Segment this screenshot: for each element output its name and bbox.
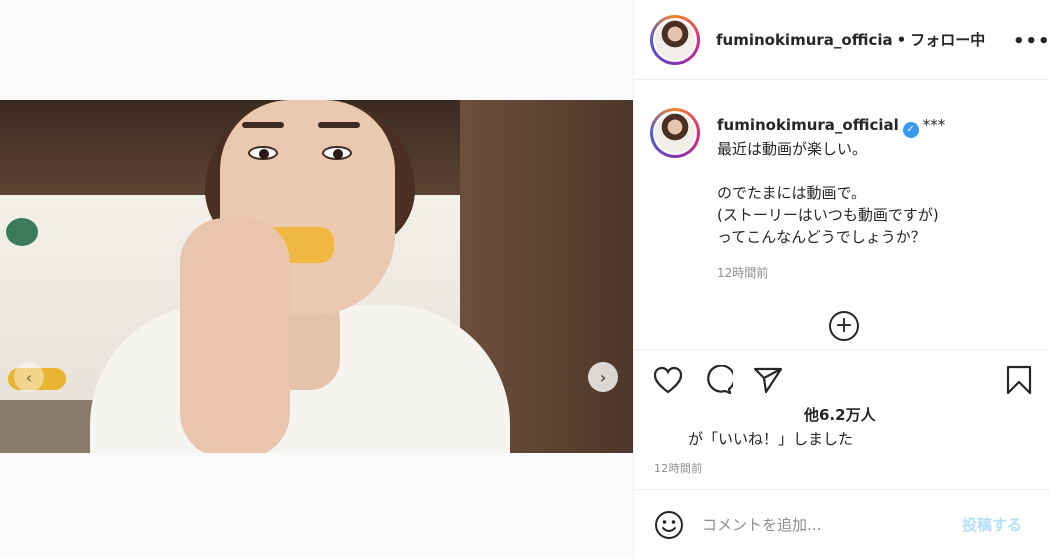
avatar[interactable] (650, 15, 700, 65)
header-separator: • (896, 31, 907, 49)
likes-text: が「いいね！」しました (688, 430, 854, 448)
comment-input[interactable] (702, 512, 952, 538)
header-user-line: fuminokimura_officia • フォロー中 (716, 29, 985, 50)
caption-stars: *** (922, 116, 946, 134)
bookmark-icon (1006, 365, 1032, 395)
plus-circle-icon: + (834, 313, 854, 338)
caption-line (717, 160, 1037, 182)
video-person-eye (322, 146, 352, 160)
chevron-right-icon: › (599, 367, 607, 387)
video-person-hand (180, 218, 290, 453)
load-more-comments-button[interactable]: + (829, 311, 859, 341)
post-header: fuminokimura_officia • フォロー中 ••• (634, 0, 1049, 80)
heart-icon (653, 366, 683, 394)
caption-body: fuminokimura_official ✓ *** 最近は動画が楽しい。 のでた… (717, 114, 1037, 248)
video-person-brow (242, 122, 284, 128)
follow-status-button[interactable]: フォロー中 (910, 31, 985, 49)
smiley-icon[interactable] (654, 510, 684, 540)
likes-count[interactable]: 他6.2万人 (804, 404, 876, 425)
video-person-eye (248, 146, 278, 160)
comment-icon (707, 365, 733, 395)
avatar-image (655, 113, 695, 153)
post-comment-button[interactable]: 投稿する (962, 514, 1022, 535)
avatar-image (655, 20, 695, 60)
verified-badge-icon: ✓ (902, 122, 919, 138)
caption-username[interactable]: fuminokimura_official (717, 116, 899, 134)
more-horizontal-icon[interactable]: ••• (1013, 31, 1049, 52)
prev-slide-button[interactable]: ‹ (14, 362, 44, 392)
caption-line: (ストーリーはいつも動画ですが) (717, 206, 939, 224)
header-username[interactable]: fuminokimura_officia (716, 31, 893, 49)
share-button[interactable] (752, 364, 784, 396)
post-timestamp[interactable]: 12時間前 (654, 460, 703, 476)
instagram-post-modal: ‹ › fuminokimura_officia • フォロー中 ••• fum… (0, 0, 1049, 559)
like-button[interactable] (652, 364, 684, 396)
caption-line: 最近は動画が楽しい。 (717, 140, 868, 158)
caption-first-line: fuminokimura_official ✓ *** (717, 114, 1037, 138)
send-icon (753, 367, 783, 394)
caption-timestamp: 12時間前 (717, 266, 769, 280)
media-pane: ‹ › (0, 0, 633, 559)
add-comment-bar: 投稿する (634, 489, 1049, 559)
caption-line: ってこんなんどうでしょうか？ (717, 228, 926, 246)
caption-line: のでたまには動画で。 (717, 184, 866, 202)
next-slide-button[interactable]: › (588, 362, 618, 392)
comment-button[interactable] (702, 364, 734, 396)
video-person-brow (318, 122, 360, 128)
avatar[interactable] (650, 108, 700, 158)
caption-section: fuminokimura_official ✓ *** 最近は動画が楽しい。 のでた… (634, 80, 1049, 350)
video-scene-plant (6, 218, 38, 246)
chevron-left-icon: ‹ (25, 367, 33, 387)
action-bar (634, 350, 1049, 410)
post-video[interactable]: ‹ › (0, 100, 633, 453)
save-button[interactable] (1003, 364, 1035, 396)
post-side-panel: fuminokimura_officia • フォロー中 ••• fuminokim… (633, 0, 1049, 559)
